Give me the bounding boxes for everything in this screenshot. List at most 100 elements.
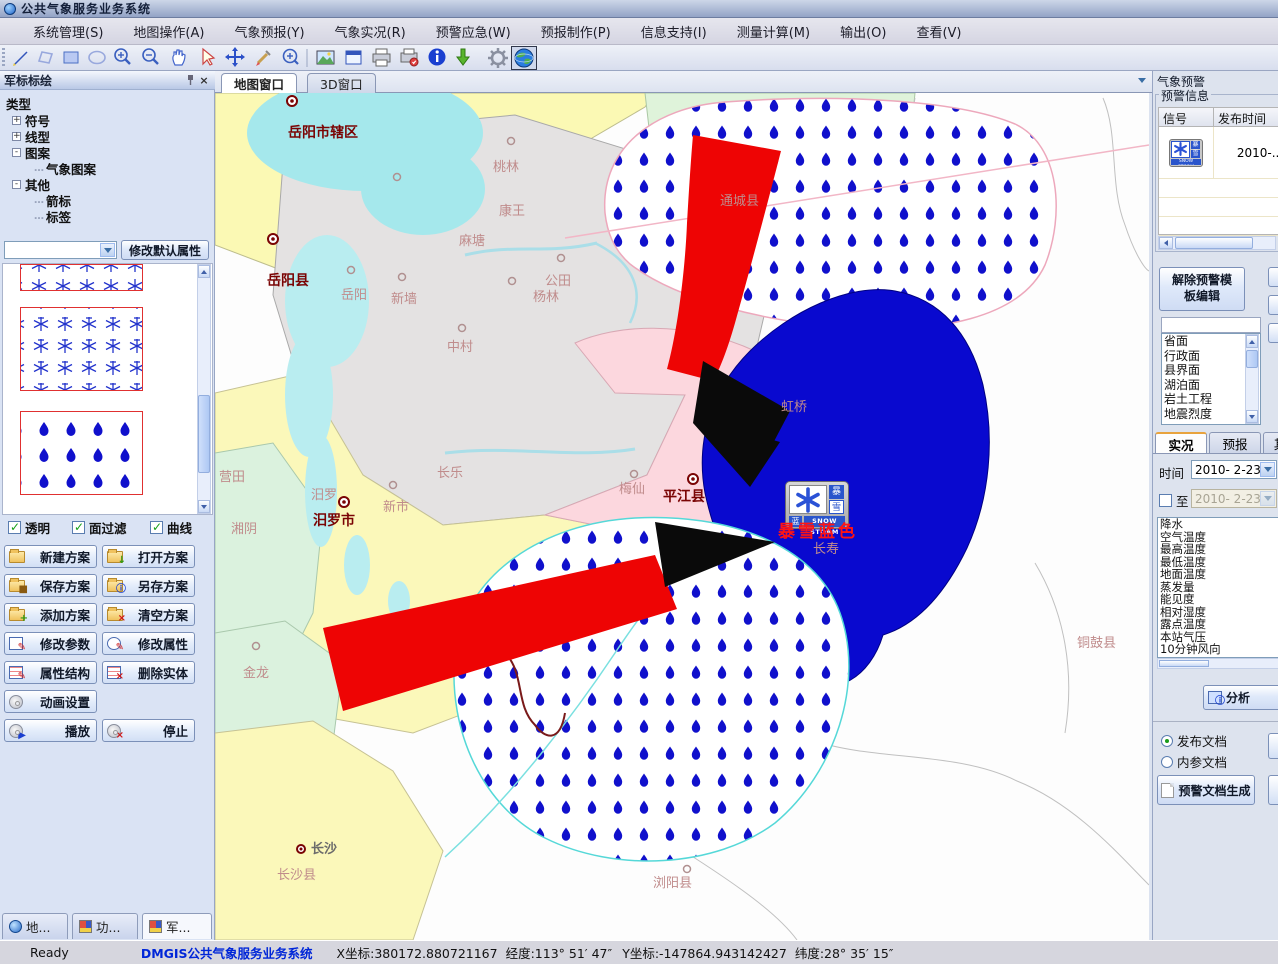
checkbox-icon[interactable] xyxy=(150,521,163,534)
stop-button[interactable]: ×停止 xyxy=(102,719,195,742)
delete-entity-button[interactable]: ×删除实体 xyxy=(102,661,195,684)
pattern-item-rainstorm-selected[interactable] xyxy=(20,411,143,495)
tab-realtime[interactable]: 实况 xyxy=(1155,432,1207,454)
menu-warning[interactable]: 预警应急(W) xyxy=(421,19,526,44)
window-icon[interactable] xyxy=(346,51,361,64)
menu-info-support[interactable]: 信息支持(I) xyxy=(626,19,722,44)
radio-icon[interactable] xyxy=(1161,756,1173,768)
column-signal[interactable]: 信号 xyxy=(1159,108,1214,126)
save-plan-button[interactable]: ■保存方案 xyxy=(4,574,97,597)
table-hscrollbar[interactable] xyxy=(1158,236,1276,250)
pattern-list[interactable] xyxy=(2,263,213,515)
bottom-tab-military[interactable]: 军... xyxy=(142,913,212,939)
move-icon[interactable] xyxy=(225,47,245,67)
list-item[interactable]: 能见度 xyxy=(1158,593,1278,606)
tree-expand-icon[interactable] xyxy=(12,132,21,141)
clear-plan-button[interactable]: ×清空方案 xyxy=(102,603,195,626)
map-svg[interactable]: 岳阳市辖区 岳阳县 汨罗市 平江县 桃林 康王 麻塘 岳阳 新墙 杨林 公田 中… xyxy=(215,93,1149,940)
checkbox-transparent[interactable]: 透明 xyxy=(8,518,50,537)
checkbox-face-filter[interactable]: 面过滤 xyxy=(72,518,127,537)
pattern-item-snow-partial[interactable] xyxy=(20,264,143,291)
scroll-up-icon[interactable] xyxy=(1246,335,1258,348)
generate-warning-doc-button[interactable]: 预警文档生成 xyxy=(1157,775,1255,805)
tree-expand-icon[interactable] xyxy=(12,116,21,125)
column-publish-time[interactable]: 发布时间 xyxy=(1214,108,1278,126)
title-bar[interactable]: 公共气象服务业务系统 xyxy=(0,0,1278,18)
scroll-thumb[interactable] xyxy=(1159,660,1209,667)
tab-map-window[interactable]: 地图窗口 xyxy=(221,73,297,93)
element-listbox[interactable]: 降水 空气温度 最高温度 最低温度 地面温度 蒸发量 能见度 相对湿度 露点温度… xyxy=(1157,517,1278,658)
tab-3d-window[interactable]: 3D窗口 xyxy=(307,73,376,93)
bottom-tab-map[interactable]: 地... xyxy=(2,913,68,939)
save-as-plan-button[interactable]: ⓘ另存方案 xyxy=(102,574,195,597)
scroll-thumb[interactable] xyxy=(1246,350,1258,368)
animation-settings-button[interactable]: 动画设置 xyxy=(4,690,97,713)
tab-forecast[interactable]: 预报 xyxy=(1209,432,1261,454)
draw-line-icon[interactable] xyxy=(13,52,27,66)
scroll-left-icon[interactable] xyxy=(1159,237,1173,249)
checkbox-curve[interactable]: 曲线 xyxy=(150,518,192,537)
checkbox-icon[interactable] xyxy=(1159,494,1172,507)
menu-forecast[interactable]: 气象预报(Y) xyxy=(219,19,319,44)
radio-publish-doc[interactable]: 发布文档 xyxy=(1161,731,1227,750)
map-canvas[interactable]: 岳阳市辖区 岳阳县 汨罗市 平江县 桃林 康王 麻塘 岳阳 新墙 杨林 公田 中… xyxy=(215,93,1149,940)
draw-polygon-icon[interactable] xyxy=(39,52,52,63)
cut-button[interactable] xyxy=(1268,267,1278,287)
zoom-in-icon[interactable] xyxy=(115,49,130,64)
to-checkbox[interactable]: 至 xyxy=(1159,491,1189,510)
warning-signal-table[interactable]: 信号 发布时间 暴 雪 SNOW STORM 2010-... xyxy=(1158,107,1278,235)
menu-measure[interactable]: 测量计算(M) xyxy=(722,19,825,44)
scroll-thumb[interactable] xyxy=(1175,237,1253,249)
list-item[interactable]: 10分钟风向 xyxy=(1158,643,1278,656)
modify-default-props-button[interactable]: 修改默认属性 xyxy=(121,240,209,260)
checkbox-icon[interactable] xyxy=(72,521,85,534)
draw-ellipse-icon[interactable] xyxy=(89,51,105,63)
play-button[interactable]: ▶播放 xyxy=(4,719,97,742)
open-plan-button[interactable]: ↓打开方案 xyxy=(102,545,195,568)
bottom-tab-functions[interactable]: 功... xyxy=(72,913,138,939)
pattern-scrollbar[interactable] xyxy=(197,264,211,514)
tree-node-tags[interactable]: …标签 xyxy=(34,207,71,226)
analyze-button[interactable]: ⓘ 分析 xyxy=(1203,685,1278,710)
globe-tool-button[interactable] xyxy=(511,46,537,70)
map-image-icon[interactable] xyxy=(317,51,334,64)
combo-arrow-icon[interactable] xyxy=(100,243,115,257)
pan-hand-icon[interactable] xyxy=(173,50,185,65)
list-item[interactable]: 地面温度 xyxy=(1158,568,1278,581)
list-item[interactable]: 最高温度 xyxy=(1158,543,1278,556)
scroll-up-icon[interactable] xyxy=(198,265,210,278)
tab-list-dropdown-icon[interactable] xyxy=(1138,78,1146,83)
scroll-down-icon[interactable] xyxy=(198,500,210,513)
menu-map-ops[interactable]: 地图操作(A) xyxy=(118,19,219,44)
scroll-thumb[interactable] xyxy=(198,395,210,473)
radio-internal-doc[interactable]: 内参文档 xyxy=(1161,752,1227,771)
radio-icon[interactable] xyxy=(1161,735,1173,747)
cut-button[interactable] xyxy=(1268,323,1278,343)
modify-params-button[interactable]: ✎修改参数 xyxy=(4,632,97,655)
layer-list-scrollbar[interactable] xyxy=(1245,334,1259,424)
list-item[interactable]: 降水 xyxy=(1158,518,1278,531)
symbol-select-combo[interactable] xyxy=(4,241,117,259)
print-icon[interactable] xyxy=(373,49,390,66)
checkbox-icon[interactable] xyxy=(8,521,21,534)
modify-props-button[interactable]: ✎修改属性 xyxy=(102,632,195,655)
tree-collapse-icon[interactable] xyxy=(12,180,21,189)
download-arrow-icon[interactable] xyxy=(457,49,469,65)
print-preview-icon[interactable] xyxy=(401,49,418,66)
add-plan-button[interactable]: +添加方案 xyxy=(4,603,97,626)
menu-system[interactable]: 系统管理(S) xyxy=(18,19,118,44)
zoom-extent-icon[interactable] xyxy=(284,49,299,64)
cut-button[interactable] xyxy=(1268,295,1278,315)
cut-button[interactable] xyxy=(1268,775,1278,805)
tab-other[interactable]: 其 xyxy=(1263,432,1278,454)
pin-icon[interactable] xyxy=(183,74,197,87)
menu-realtime[interactable]: 气象实况(R) xyxy=(320,19,421,44)
close-icon[interactable]: × xyxy=(197,74,211,87)
scroll-down-icon[interactable] xyxy=(1246,410,1258,423)
menu-product[interactable]: 预报制作(P) xyxy=(526,19,626,44)
cut-button[interactable] xyxy=(1268,733,1278,759)
new-plan-button[interactable]: 新建方案 xyxy=(4,545,97,568)
table-row[interactable]: 暴 雪 SNOW STORM 2010-... xyxy=(1159,127,1278,179)
pattern-item-snowstorm[interactable] xyxy=(20,307,143,391)
draw-rect-icon[interactable] xyxy=(64,52,78,63)
